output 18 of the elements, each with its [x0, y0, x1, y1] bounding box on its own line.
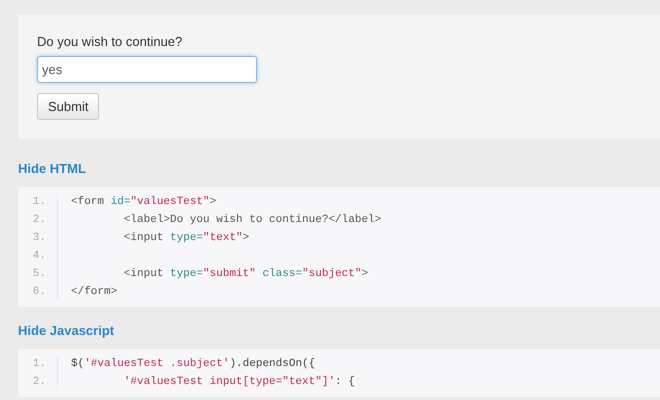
line-number: 4. — [32, 249, 46, 264]
code-line: '#valuesTest input[type="text"]': { — [122, 375, 355, 390]
line-number: 2. — [32, 213, 46, 228]
line-number: 3. — [32, 231, 46, 246]
line-number: 2. — [32, 375, 46, 390]
code-line: <form id="valuesTest"> — [71, 195, 218, 210]
field-label: Do you wish to continue? — [37, 34, 182, 50]
line-number: 5. — [32, 267, 46, 282]
code-line: <input type="submit" class="subject"> — [122, 267, 370, 282]
line-number: 1. — [32, 357, 46, 372]
text-input[interactable]: yes — [37, 56, 257, 83]
code-line: <input type="text"> — [122, 231, 250, 246]
code-line: <label>Do you wish to continue?</label> — [122, 213, 382, 228]
submit-button[interactable]: Submit — [37, 93, 100, 120]
code-line: </form> — [71, 285, 118, 300]
line-number: 1. — [32, 195, 46, 210]
line-number: 6. — [32, 285, 46, 300]
code-line: $('#valuesTest .subject').dependsOn({ — [71, 357, 316, 372]
